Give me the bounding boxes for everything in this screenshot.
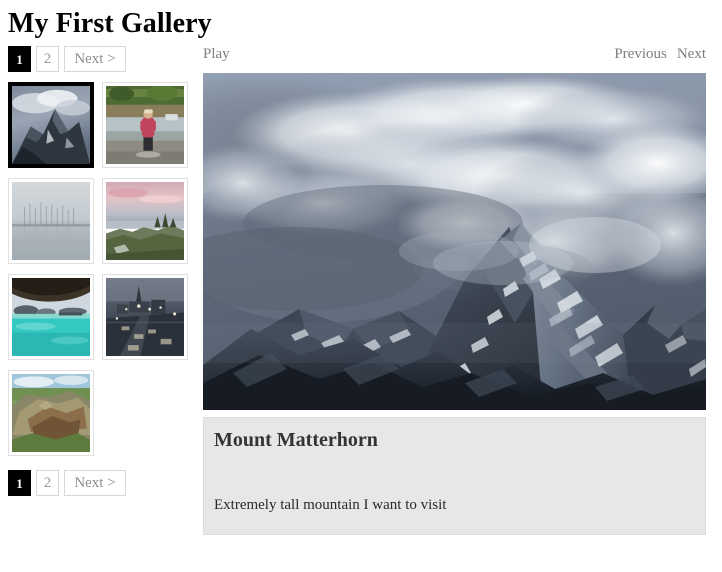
pagination-next-top[interactable]: Next > <box>64 46 126 72</box>
stage-image[interactable] <box>203 73 706 410</box>
previous-button[interactable]: Previous <box>614 46 667 63</box>
thumbnail-item-7[interactable] <box>8 370 94 456</box>
stage-nav-group: Previous Next <box>614 46 706 63</box>
next-button[interactable]: Next <box>677 46 706 63</box>
pagination-bottom: 1 2 Next > <box>8 470 193 496</box>
caption-panel: Mount Matterhorn Extremely tall mountain… <box>203 417 706 535</box>
mount-matterhorn-photo <box>203 73 706 410</box>
stage-column: Play Previous Next Mount Matterhorn Extr… <box>203 46 706 535</box>
thumbnail-grid <box>8 82 193 456</box>
pagination-next-bottom[interactable]: Next > <box>64 470 126 496</box>
thumbnail-item-1[interactable] <box>8 82 94 168</box>
thumbnail-item-5[interactable] <box>8 274 94 360</box>
thumbnail-column: 1 2 Next > 1 2 Next > <box>8 46 193 496</box>
caption-title: Mount Matterhorn <box>214 429 378 451</box>
pagination-top: 1 2 Next > <box>8 46 193 72</box>
thumbnail-item-2[interactable] <box>102 82 188 168</box>
thumb-night-highway-image <box>106 278 184 356</box>
pagination-page-1-top[interactable]: 1 <box>8 46 31 72</box>
thumb-person-at-river-image <box>106 86 184 164</box>
pagination-page-1-bottom[interactable]: 1 <box>8 470 31 496</box>
caption-description: Extremely tall mountain I want to visit <box>214 497 447 513</box>
thumb-turquoise-bay-image <box>12 278 90 356</box>
pagination-page-2-top[interactable]: 2 <box>36 46 59 72</box>
pagination-page-2-bottom[interactable]: 2 <box>36 470 59 496</box>
page-title: My First Gallery <box>8 8 212 39</box>
thumbnail-item-4[interactable] <box>102 178 188 264</box>
thumb-rocky-outcrop-image <box>12 374 90 452</box>
thumb-foggy-lake-image <box>12 182 90 260</box>
thumbnail-item-6[interactable] <box>102 274 188 360</box>
thumbnail-item-3[interactable] <box>8 178 94 264</box>
stage-controls: Play Previous Next <box>203 46 706 66</box>
play-button[interactable]: Play <box>203 46 230 63</box>
thumb-mount-matterhorn-image <box>12 86 90 164</box>
thumb-coastal-sunset-image <box>106 182 184 260</box>
